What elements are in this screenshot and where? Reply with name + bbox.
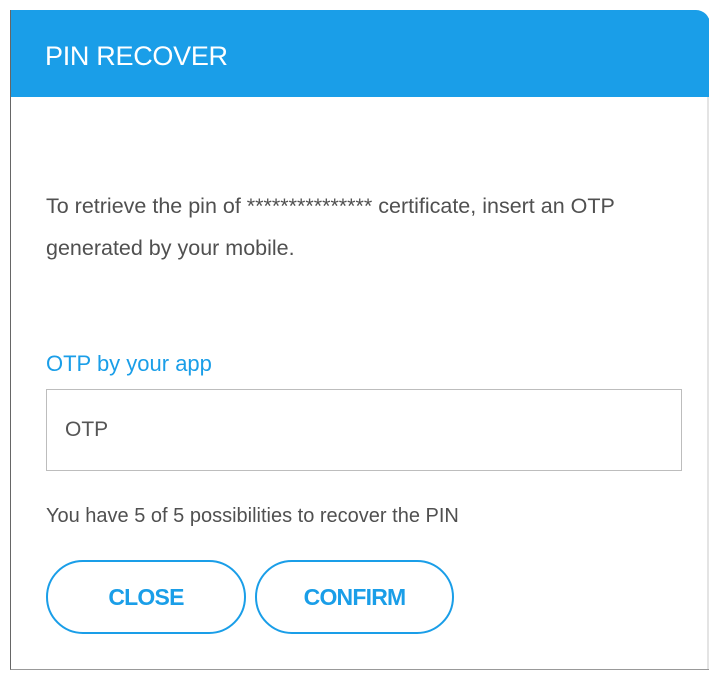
otp-input[interactable] — [46, 389, 682, 471]
pin-recover-dialog: PIN RECOVER To retrieve the pin of *****… — [10, 10, 709, 670]
confirm-button[interactable]: CONFIRM — [255, 560, 454, 634]
attempts-remaining-text: You have 5 of 5 possibilities to recover… — [46, 505, 459, 527]
dialog-description: To retrieve the pin of *************** c… — [46, 194, 615, 260]
dialog-body: To retrieve the pin of *************** c… — [11, 97, 709, 669]
close-button[interactable]: CLOSE — [46, 560, 246, 634]
dialog-header: PIN RECOVER — [11, 10, 709, 97]
otp-field-label: OTP by your app — [46, 351, 212, 376]
dialog-title: PIN RECOVER — [45, 41, 228, 71]
